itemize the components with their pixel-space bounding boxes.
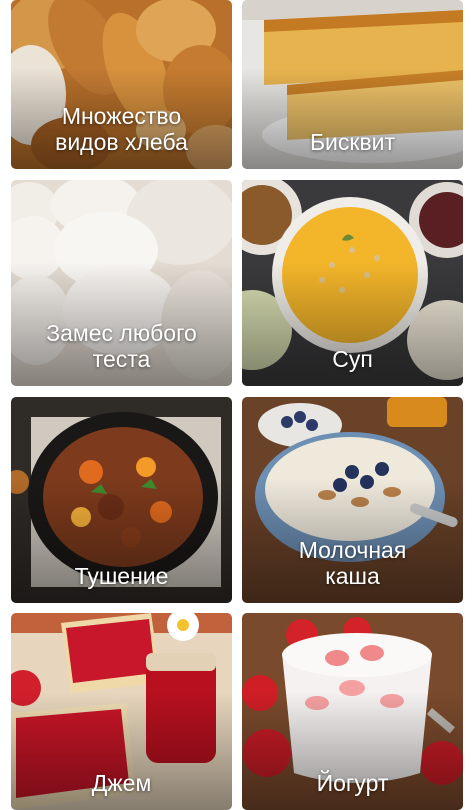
category-tile-stew[interactable]: Тушение xyxy=(11,397,232,603)
category-label: Множество видов хлеба xyxy=(55,103,188,155)
category-label: Йогурт xyxy=(316,770,389,796)
category-label: Джем xyxy=(91,770,152,796)
category-tile-soup[interactable]: Суп xyxy=(242,180,463,386)
category-label: Бисквит xyxy=(309,129,396,155)
category-label: Молочная каша xyxy=(298,537,407,589)
category-tile-yogurt[interactable]: Йогурт xyxy=(242,613,463,810)
category-tile-sponge-cake[interactable]: Бисквит xyxy=(242,0,463,169)
category-label: Замес любого теста xyxy=(46,320,197,372)
category-label: Суп xyxy=(332,346,373,372)
category-tile-jam[interactable]: Джем xyxy=(11,613,232,810)
category-tile-bread[interactable]: Множество видов хлеба xyxy=(11,0,232,169)
category-label: Тушение xyxy=(74,563,169,589)
category-tile-porridge[interactable]: Молочная каша xyxy=(242,397,463,603)
category-tile-dough[interactable]: Замес любого теста xyxy=(11,180,232,386)
